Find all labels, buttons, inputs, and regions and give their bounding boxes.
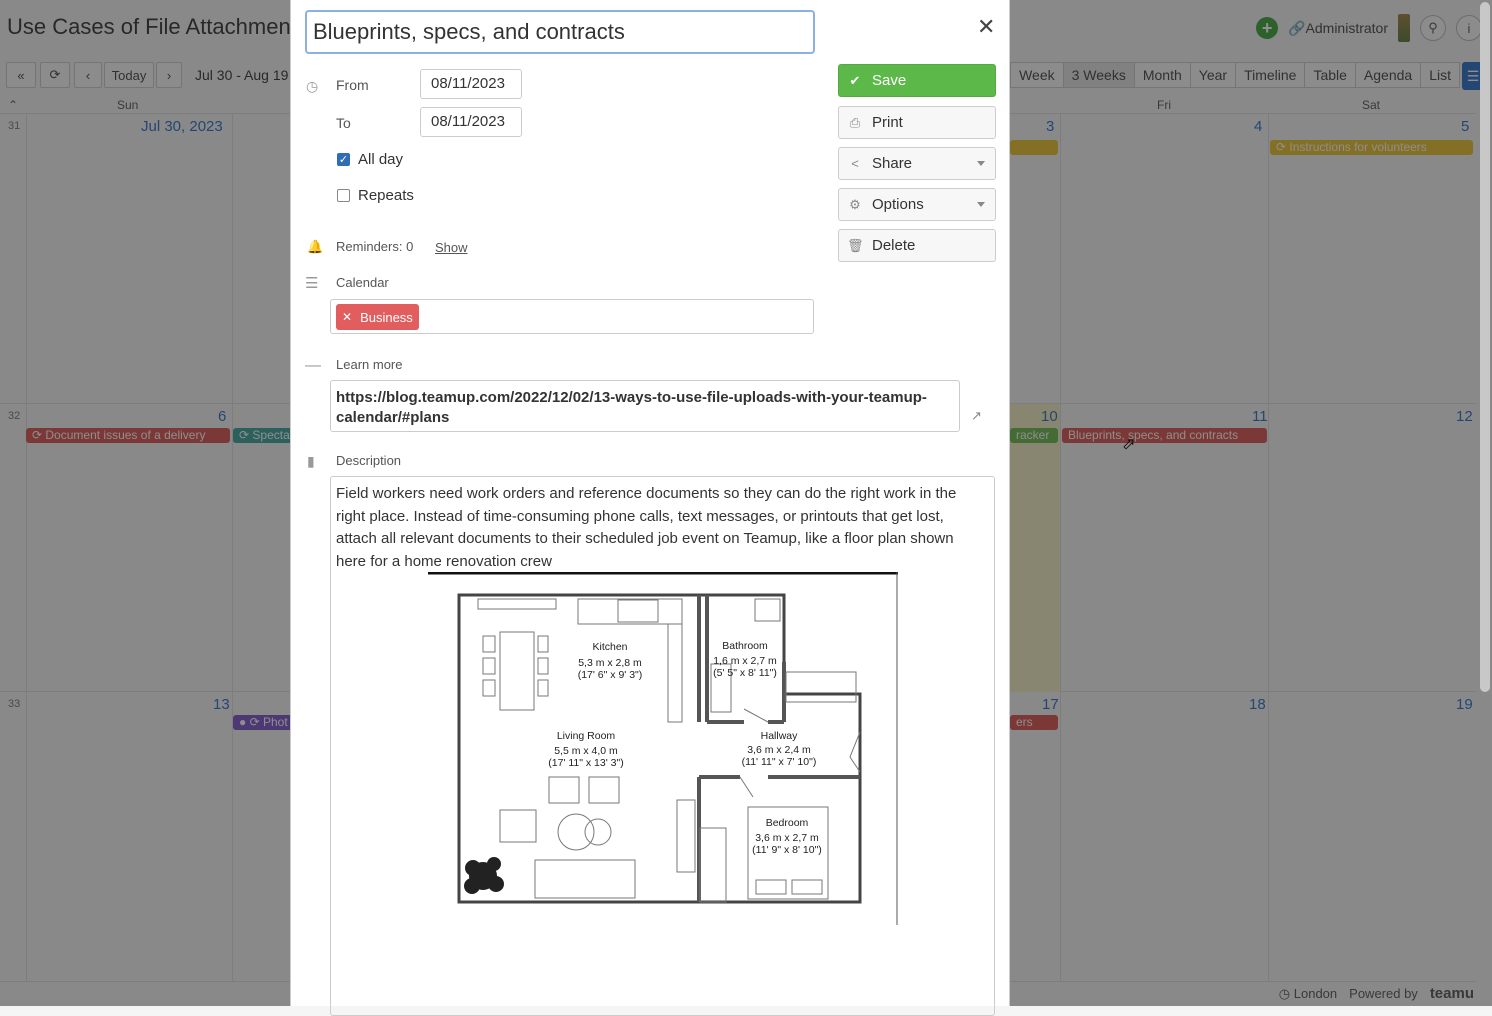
to-label: To — [336, 115, 351, 131]
description-label: Description — [336, 453, 402, 468]
room-name: Bedroom — [766, 817, 809, 829]
bell-icon: 🔔 — [307, 239, 324, 254]
room-name: Living Room — [557, 730, 616, 742]
list-icon: ☰ — [305, 275, 319, 292]
printer-icon: ⎙ — [849, 114, 861, 130]
page-scrollbar[interactable] — [1480, 2, 1490, 692]
from-label: From — [336, 77, 369, 93]
calendar-select[interactable]: ✕ Business — [330, 299, 814, 334]
document-icon: ▮ — [307, 453, 315, 469]
clock-icon: ◷ — [306, 78, 319, 94]
room-size: (11' 9" x 8' 10") — [752, 844, 822, 856]
room-size: (11' 11" x 7' 10") — [742, 756, 817, 768]
url-input[interactable]: https://blog.teamup.com/2022/12/02/13-wa… — [330, 380, 960, 432]
event-title-input[interactable]: Blueprints, specs, and contracts — [305, 10, 815, 54]
event-editor-modal: Blueprints, specs, and contracts ✕ ◷ Fro… — [290, 0, 1010, 1016]
room-size: (5' 5" x 8' 11") — [713, 667, 777, 679]
description-editor[interactable]: Field workers need work orders and refer… — [330, 476, 995, 1016]
learn-more-label: Learn more — [336, 357, 403, 372]
delete-button[interactable]: 🗑 Delete — [838, 229, 996, 262]
gear-icon: ⚙ — [849, 196, 861, 212]
floor-plan-image: Kitchen 5,3 m x 2,8 m (17' 6" x 9' 3") B… — [428, 572, 898, 925]
print-button[interactable]: ⎙ Print — [838, 106, 996, 139]
all-day-label[interactable]: All day — [358, 151, 403, 168]
to-date-input[interactable]: 08/11/2023 — [420, 107, 522, 137]
from-date-input[interactable]: 08/11/2023 — [420, 69, 522, 99]
reminders-label: Reminders: 0 — [336, 239, 414, 254]
chevron-down-icon — [977, 202, 985, 207]
room-name: Hallway — [761, 730, 799, 742]
room-size: (17' 6" x 9' 3") — [578, 669, 643, 681]
calendar-chip: ✕ Business — [336, 304, 419, 330]
show-reminders-link[interactable]: Show — [435, 240, 468, 255]
share-button[interactable]: < Share — [838, 147, 996, 180]
share-icon: < — [851, 156, 859, 171]
room-name: Kitchen — [592, 641, 627, 653]
room-size: 3,6 m x 2,7 m — [755, 832, 819, 844]
repeats-checkbox[interactable] — [337, 189, 350, 202]
external-link-icon[interactable]: ↗ — [971, 408, 982, 424]
all-day-checkbox[interactable]: ✓ — [337, 153, 350, 166]
room-size: 5,3 m x 2,8 m — [578, 657, 642, 669]
minus-icon: — — [305, 357, 321, 374]
trash-icon: 🗑 — [847, 237, 864, 253]
save-button[interactable]: ✔ Save — [838, 64, 996, 97]
room-size: 1,6 m x 2,7 m — [713, 655, 777, 667]
options-button[interactable]: ⚙ Options — [838, 188, 996, 221]
repeats-label[interactable]: Repeats — [358, 187, 414, 204]
check-icon: ✔ — [849, 72, 861, 88]
close-icon: ✕ — [977, 14, 996, 39]
chevron-down-icon — [977, 161, 985, 166]
close-button[interactable]: ✕ — [977, 14, 995, 40]
room-name: Bathroom — [722, 640, 768, 652]
room-size: 5,5 m x 4,0 m — [554, 745, 618, 757]
mouse-cursor-icon: ⬀ — [1122, 436, 1136, 453]
remove-chip-icon[interactable]: ✕ — [342, 310, 352, 324]
calendar-label: Calendar — [336, 275, 389, 290]
description-text: Field workers need work orders and refer… — [336, 485, 957, 570]
room-size: 3,6 m x 2,4 m — [747, 744, 811, 756]
room-size: (17' 11" x 13' 3") — [548, 757, 623, 769]
